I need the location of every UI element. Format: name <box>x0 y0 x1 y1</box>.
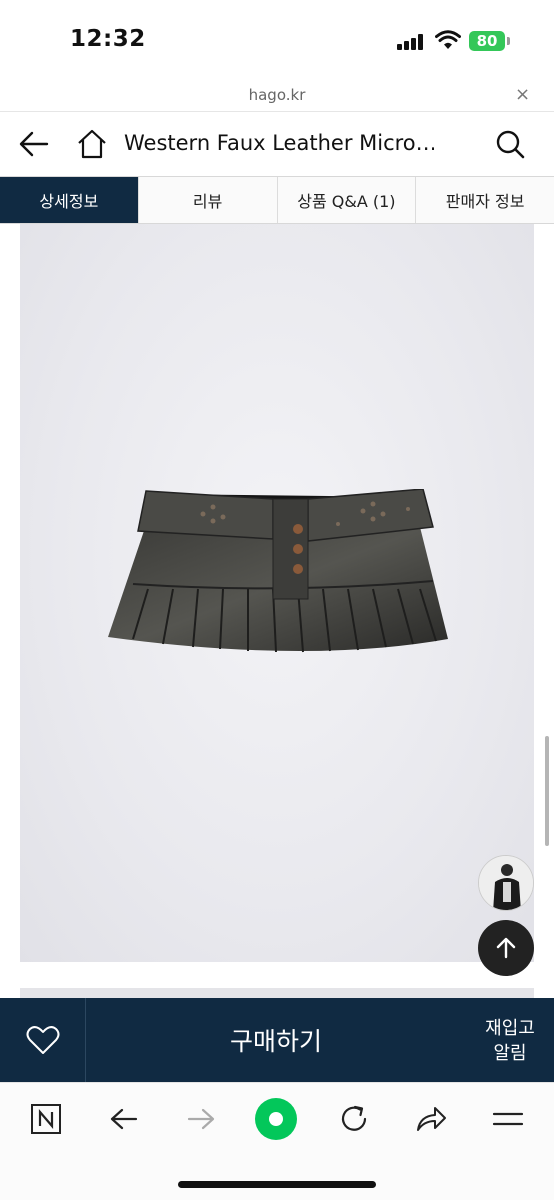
tab-seller-info[interactable]: 판매자 정보 <box>416 177 554 223</box>
restock-alert-button[interactable]: 재입고 알림 <box>470 1016 550 1066</box>
close-icon[interactable]: × <box>515 84 530 105</box>
scrollbar[interactable] <box>545 736 549 846</box>
tab-details[interactable]: 상세정보 <box>0 177 139 223</box>
status-time: 12:32 <box>70 26 146 52</box>
home-icon[interactable] <box>76 128 108 160</box>
search-icon[interactable] <box>495 129 525 159</box>
battery-tip <box>507 37 510 45</box>
buy-button[interactable]: 구매하기 <box>86 998 466 1082</box>
back-icon[interactable] <box>106 1101 142 1137</box>
wishlist-button[interactable] <box>0 998 86 1082</box>
product-tabs: 상세정보 리뷰 상품 Q&A (1) 판매자 정보 <box>0 176 554 224</box>
url-domain: hago.kr <box>248 86 306 104</box>
scroll-to-top-button[interactable] <box>478 920 534 976</box>
battery-icon: 80 <box>469 31 505 51</box>
image-divider <box>20 988 534 998</box>
status-bar: 12:32 80 <box>0 0 554 80</box>
battery-level: 80 <box>476 32 498 50</box>
tab-qna[interactable]: 상품 Q&A (1) <box>278 177 417 223</box>
person-thumbnail-icon <box>479 856 533 910</box>
tab-reviews[interactable]: 리뷰 <box>139 177 278 223</box>
page-title: Western Faux Leather Micro… <box>124 131 434 155</box>
green-dot-icon[interactable] <box>254 1097 298 1141</box>
purchase-bar: 구매하기 재입고 알림 <box>0 998 554 1082</box>
cellular-signal-icon <box>397 34 425 50</box>
leather-mini-skirt-image <box>108 489 448 653</box>
restock-label-line2: 알림 <box>493 1043 527 1064</box>
back-arrow-icon[interactable] <box>18 130 50 158</box>
heart-icon <box>26 1026 59 1054</box>
arrow-up-icon <box>496 937 516 959</box>
url-bar: hago.kr × <box>0 80 554 112</box>
naver-n-icon[interactable] <box>28 1101 64 1137</box>
restock-label-line1: 재입고 <box>485 1018 535 1039</box>
page-header: Western Faux Leather Micro… <box>0 112 554 176</box>
forward-icon[interactable] <box>183 1101 219 1137</box>
reload-icon[interactable] <box>336 1101 372 1137</box>
share-icon[interactable] <box>413 1101 449 1137</box>
recent-item-thumbnail[interactable] <box>478 855 534 911</box>
home-indicator <box>178 1181 376 1188</box>
wifi-icon <box>435 30 461 49</box>
menu-icon[interactable] <box>490 1101 526 1137</box>
product-image <box>20 224 534 962</box>
